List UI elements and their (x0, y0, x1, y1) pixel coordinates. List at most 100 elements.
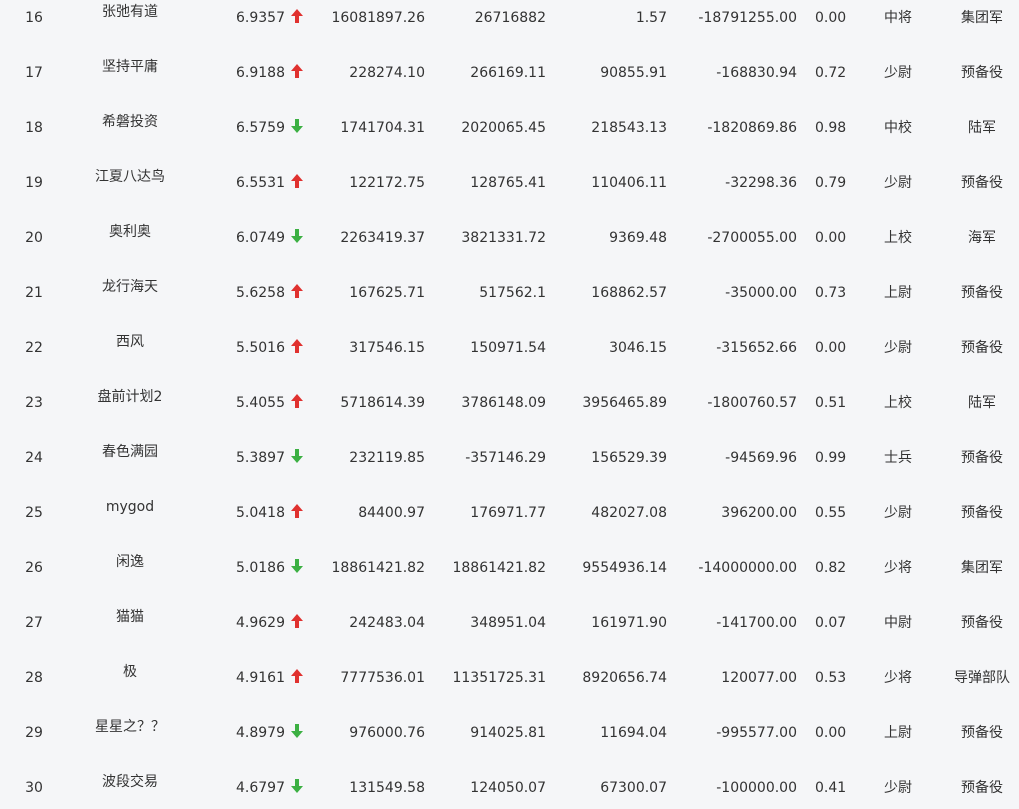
table-row[interactable]: 19 江夏八达鸟 6.5531 122172.75 128765.41 1104… (0, 165, 1019, 220)
ratio-cell: 0.82 (815, 560, 847, 576)
table-row[interactable]: 28 极 4.9161 7777536.01 11351725.31 89206… (0, 660, 1019, 715)
rank-cell: 23 (25, 395, 43, 411)
ratio-cell: 0.53 (815, 670, 847, 686)
name-cell[interactable]: 春色满园 (60, 443, 200, 461)
value4-cell: -35000.00 (725, 285, 797, 301)
unit-cell: 海军 (968, 230, 996, 246)
name-cell[interactable]: 奥利奥 (60, 223, 200, 241)
name-cell[interactable]: 盘前计划2 (60, 388, 200, 406)
name-cell[interactable]: 极 (60, 663, 200, 681)
name-cell[interactable]: 希磐投资 (60, 113, 200, 131)
score-cell: 5.4055 (236, 395, 285, 411)
unit-cell: 预备役 (961, 285, 1003, 301)
score-cell: 5.5016 (236, 340, 285, 356)
arrow-up-icon (291, 339, 303, 353)
value3-cell: 9554936.14 (582, 560, 667, 576)
value2-cell: 128765.41 (470, 175, 546, 191)
table-row[interactable]: 20 奥利奥 6.0749 2263419.37 3821331.72 9369… (0, 220, 1019, 275)
value4-cell: -18791255.00 (698, 10, 797, 26)
table-row[interactable]: 22 西风 5.5016 317546.15 150971.54 3046.15… (0, 330, 1019, 385)
value3-cell: 67300.07 (600, 780, 667, 796)
grade-cell: 中将 (884, 10, 912, 26)
unit-cell: 集团军 (961, 10, 1003, 26)
name-cell[interactable]: 波段交易 (60, 773, 200, 791)
value3-cell: 156529.39 (591, 450, 667, 466)
name-cell[interactable]: 江夏八达鸟 (60, 168, 200, 186)
table-row[interactable]: 24 春色满园 5.3897 232119.85 -357146.29 1565… (0, 440, 1019, 495)
arrow-down-icon (291, 779, 303, 793)
score-cell: 6.9357 (236, 10, 285, 26)
ratio-cell: 0.55 (815, 505, 847, 521)
table-row[interactable]: 16 张弛有道 6.9357 16081897.26 26716882 1.57… (0, 0, 1019, 55)
unit-cell: 导弹部队 (954, 670, 1010, 686)
ratio-cell: 0.00 (815, 10, 847, 26)
grade-cell: 中尉 (884, 615, 912, 631)
name-cell[interactable]: 西风 (60, 333, 200, 351)
rank-cell: 27 (25, 615, 43, 631)
arrow-up-icon (291, 669, 303, 683)
arrow-up-icon (291, 504, 303, 518)
table-row[interactable]: 21 龙行海天 5.6258 167625.71 517562.1 168862… (0, 275, 1019, 330)
table-row[interactable]: 26 闲逸 5.0186 18861421.82 18861421.82 955… (0, 550, 1019, 605)
rank-cell: 26 (25, 560, 43, 576)
unit-cell: 预备役 (961, 505, 1003, 521)
value2-cell: 3821331.72 (461, 230, 546, 246)
value3-cell: 1.57 (635, 10, 667, 26)
arrow-down-icon (291, 119, 303, 133)
score-cell: 4.9161 (236, 670, 285, 686)
name-cell[interactable]: 龙行海天 (60, 278, 200, 296)
grade-cell: 少将 (884, 560, 912, 576)
name-cell[interactable]: 闲逸 (60, 553, 200, 571)
grade-cell: 上校 (884, 395, 912, 411)
rank-cell: 30 (25, 780, 43, 796)
value3-cell: 9369.48 (609, 230, 667, 246)
rank-cell: 29 (25, 725, 43, 741)
value4-cell: -168830.94 (716, 65, 797, 81)
ratio-cell: 0.79 (815, 175, 847, 191)
grade-cell: 少尉 (884, 175, 912, 191)
unit-cell: 集团军 (961, 560, 1003, 576)
rank-cell: 25 (25, 505, 43, 521)
name-cell[interactable]: 猫猫 (60, 608, 200, 626)
ratio-cell: 0.98 (815, 120, 847, 136)
value1-cell: 242483.04 (349, 615, 425, 631)
table-row[interactable]: 25 mygod 5.0418 84400.97 176971.77 48202… (0, 495, 1019, 550)
table-row[interactable]: 17 坚持平庸 6.9188 228274.10 266169.11 90855… (0, 55, 1019, 110)
ratio-cell: 0.41 (815, 780, 847, 796)
table-row[interactable]: 23 盘前计划2 5.4055 5718614.39 3786148.09 39… (0, 385, 1019, 440)
rank-cell: 20 (25, 230, 43, 246)
name-cell[interactable]: 星星之？？ (60, 718, 200, 736)
arrow-up-icon (291, 64, 303, 78)
table-row[interactable]: 18 希磐投资 6.5759 1741704.31 2020065.45 218… (0, 110, 1019, 165)
name-cell[interactable]: mygod (60, 498, 200, 516)
value3-cell: 168862.57 (591, 285, 667, 301)
grade-cell: 上尉 (884, 725, 912, 741)
value2-cell: 914025.81 (470, 725, 546, 741)
value3-cell: 482027.08 (591, 505, 667, 521)
ratio-cell: 0.73 (815, 285, 847, 301)
rank-cell: 21 (25, 285, 43, 301)
unit-cell: 陆军 (968, 120, 996, 136)
value4-cell: -14000000.00 (698, 560, 797, 576)
grade-cell: 士兵 (884, 450, 912, 466)
score-cell: 6.5759 (236, 120, 285, 136)
value2-cell: 517562.1 (479, 285, 546, 301)
table-row[interactable]: 29 星星之？？ 4.8979 976000.76 914025.81 1169… (0, 715, 1019, 770)
unit-cell: 预备役 (961, 780, 1003, 796)
name-cell[interactable]: 坚持平庸 (60, 58, 200, 76)
arrow-down-icon (291, 559, 303, 573)
value3-cell: 90855.91 (600, 65, 667, 81)
score-cell: 6.0749 (236, 230, 285, 246)
name-cell[interactable]: 张弛有道 (60, 3, 200, 21)
table-row[interactable]: 30 波段交易 4.6797 131549.58 124050.07 67300… (0, 770, 1019, 809)
value1-cell: 7777536.01 (340, 670, 425, 686)
value1-cell: 2263419.37 (340, 230, 425, 246)
rank-cell: 19 (25, 175, 43, 191)
value3-cell: 3046.15 (609, 340, 667, 356)
table-row[interactable]: 27 猫猫 4.9629 242483.04 348951.04 161971.… (0, 605, 1019, 660)
ratio-cell: 0.00 (815, 725, 847, 741)
grade-cell: 中校 (884, 120, 912, 136)
value4-cell: -1800760.57 (707, 395, 797, 411)
value1-cell: 317546.15 (349, 340, 425, 356)
arrow-up-icon (291, 174, 303, 188)
